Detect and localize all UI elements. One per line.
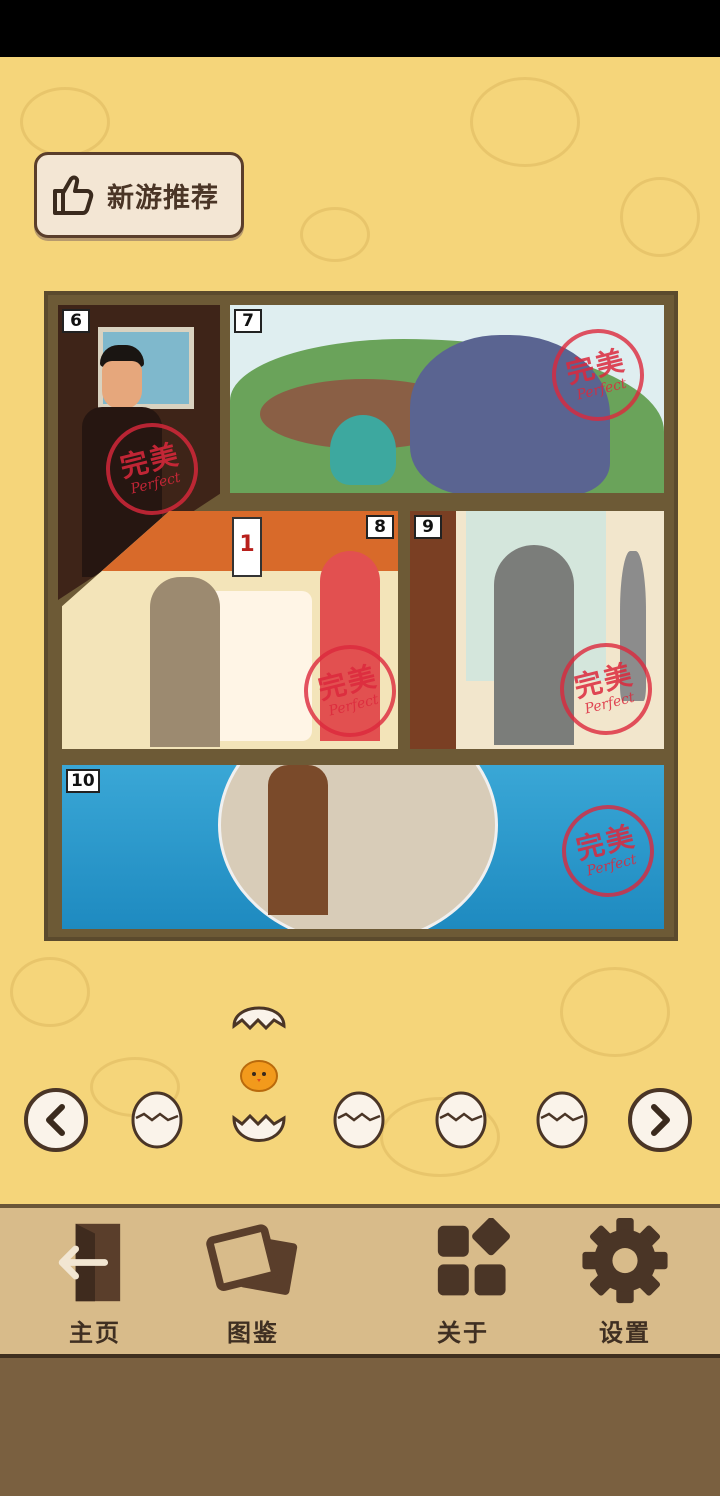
level-egg[interactable]: [130, 1088, 184, 1150]
panel-number: 10: [66, 769, 100, 793]
background-doodle: [470, 77, 580, 167]
background-doodle: [10, 957, 90, 1027]
prev-page-button[interactable]: [24, 1088, 88, 1152]
nav-gallery-label: 图鉴: [227, 1319, 279, 1347]
perfect-stamp: 完美 Perfect: [552, 795, 664, 907]
bottom-nav: 主页 图鉴 关于 设置: [0, 1204, 720, 1358]
panel-number: 6: [62, 309, 90, 333]
footer-area: [0, 1358, 720, 1496]
background-doodle: [560, 967, 670, 1057]
panel-10-bubble: [218, 765, 498, 929]
level-egg[interactable]: [434, 1088, 488, 1150]
grid-shapes-icon: [437, 1218, 510, 1296]
gallery-cards-icon: [206, 1224, 298, 1295]
gear-icon: [582, 1218, 668, 1304]
background-doodle: [300, 207, 370, 262]
nav-home[interactable]: 主页: [30, 1218, 160, 1348]
comic-board: 6 完美 Perfect 7 完美 Perfect 8 1 完美 Perfect…: [44, 291, 678, 941]
panel-9-door: [410, 511, 456, 749]
nav-about-label: 关于: [437, 1319, 489, 1347]
panel-9-man: [494, 545, 574, 745]
level-selector: [0, 1080, 720, 1160]
background-doodle: [20, 87, 110, 157]
new-games-recommend-label: 新游推荐: [107, 182, 219, 214]
panel-number: 8: [366, 515, 394, 539]
chevron-right-icon: [651, 1104, 670, 1136]
thumbs-up-icon: [53, 175, 94, 215]
panel-number: 7: [234, 309, 262, 333]
comic-panel-10[interactable]: 10 完美 Perfect: [62, 765, 664, 929]
comic-panel-9[interactable]: 9 完美 Perfect: [410, 511, 664, 749]
nav-settings-label: 设置: [599, 1319, 651, 1347]
level-egg[interactable]: [332, 1088, 386, 1150]
nav-home-label: 主页: [69, 1319, 121, 1347]
panel-7-small-dino: [330, 415, 396, 485]
new-games-recommend-button[interactable]: 新游推荐: [34, 152, 244, 238]
panel-8-man: [150, 577, 220, 747]
status-bar: [0, 0, 720, 57]
exit-door-icon: [58, 1223, 121, 1302]
nav-settings[interactable]: 设置: [560, 1218, 690, 1348]
next-page-button[interactable]: [628, 1088, 692, 1152]
panel-8-door-sign: 1: [232, 517, 262, 577]
panel-10-scene: [268, 765, 328, 915]
comic-panel-7[interactable]: 7 完美 Perfect: [230, 305, 664, 493]
level-egg[interactable]: [535, 1088, 589, 1150]
nav-about[interactable]: 关于: [398, 1218, 528, 1348]
nav-gallery[interactable]: 图鉴: [188, 1218, 318, 1348]
panel-number: 9: [414, 515, 442, 539]
background-doodle: [620, 177, 700, 257]
chevron-left-icon: [46, 1104, 65, 1136]
